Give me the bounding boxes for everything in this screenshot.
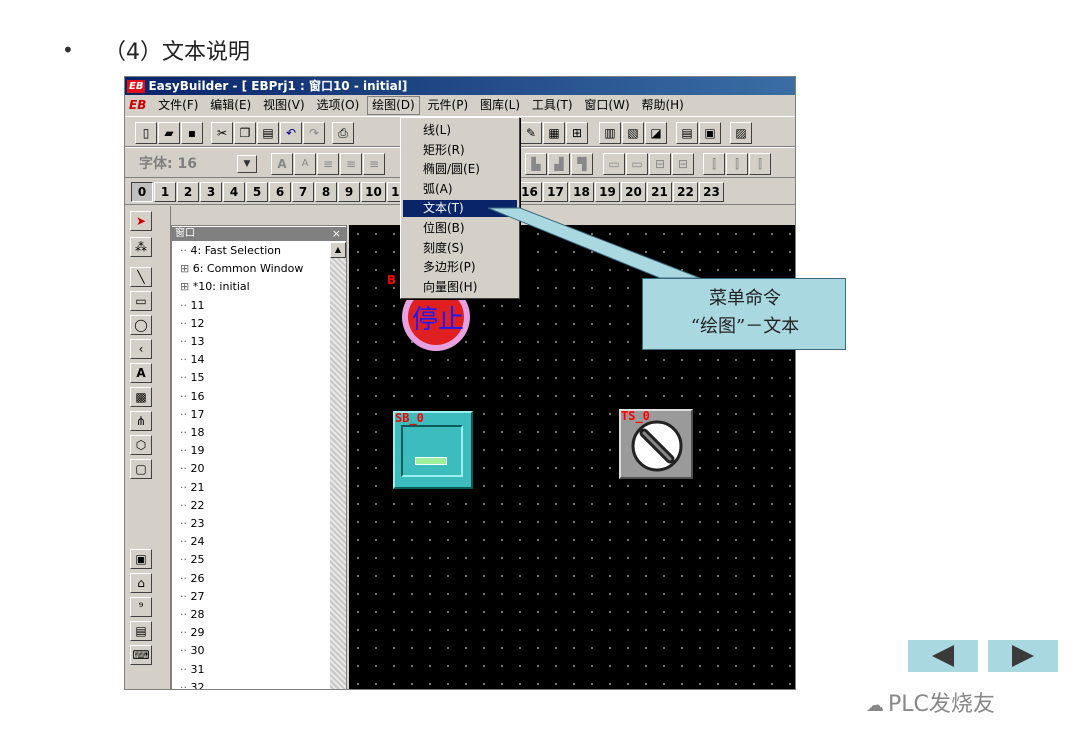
- watermark: ☁PLC发烧友: [866, 686, 995, 718]
- callout-box: 菜单命令 “绘图”－文本: [642, 278, 846, 350]
- watermark-text: PLC发烧友: [888, 692, 995, 717]
- callout-pointer: [0, 0, 1080, 748]
- callout-line2: “绘图”－文本: [643, 313, 847, 341]
- wechat-icon: ☁: [866, 695, 884, 716]
- callout-line1: 菜单命令: [643, 285, 847, 313]
- previous-arrow-icon: [908, 640, 978, 672]
- next-arrow-icon: [988, 640, 1058, 672]
- previous-slide-button[interactable]: [908, 640, 978, 672]
- callout-text: 菜单命令 “绘图”－文本: [643, 285, 847, 341]
- next-slide-button[interactable]: [988, 640, 1058, 672]
